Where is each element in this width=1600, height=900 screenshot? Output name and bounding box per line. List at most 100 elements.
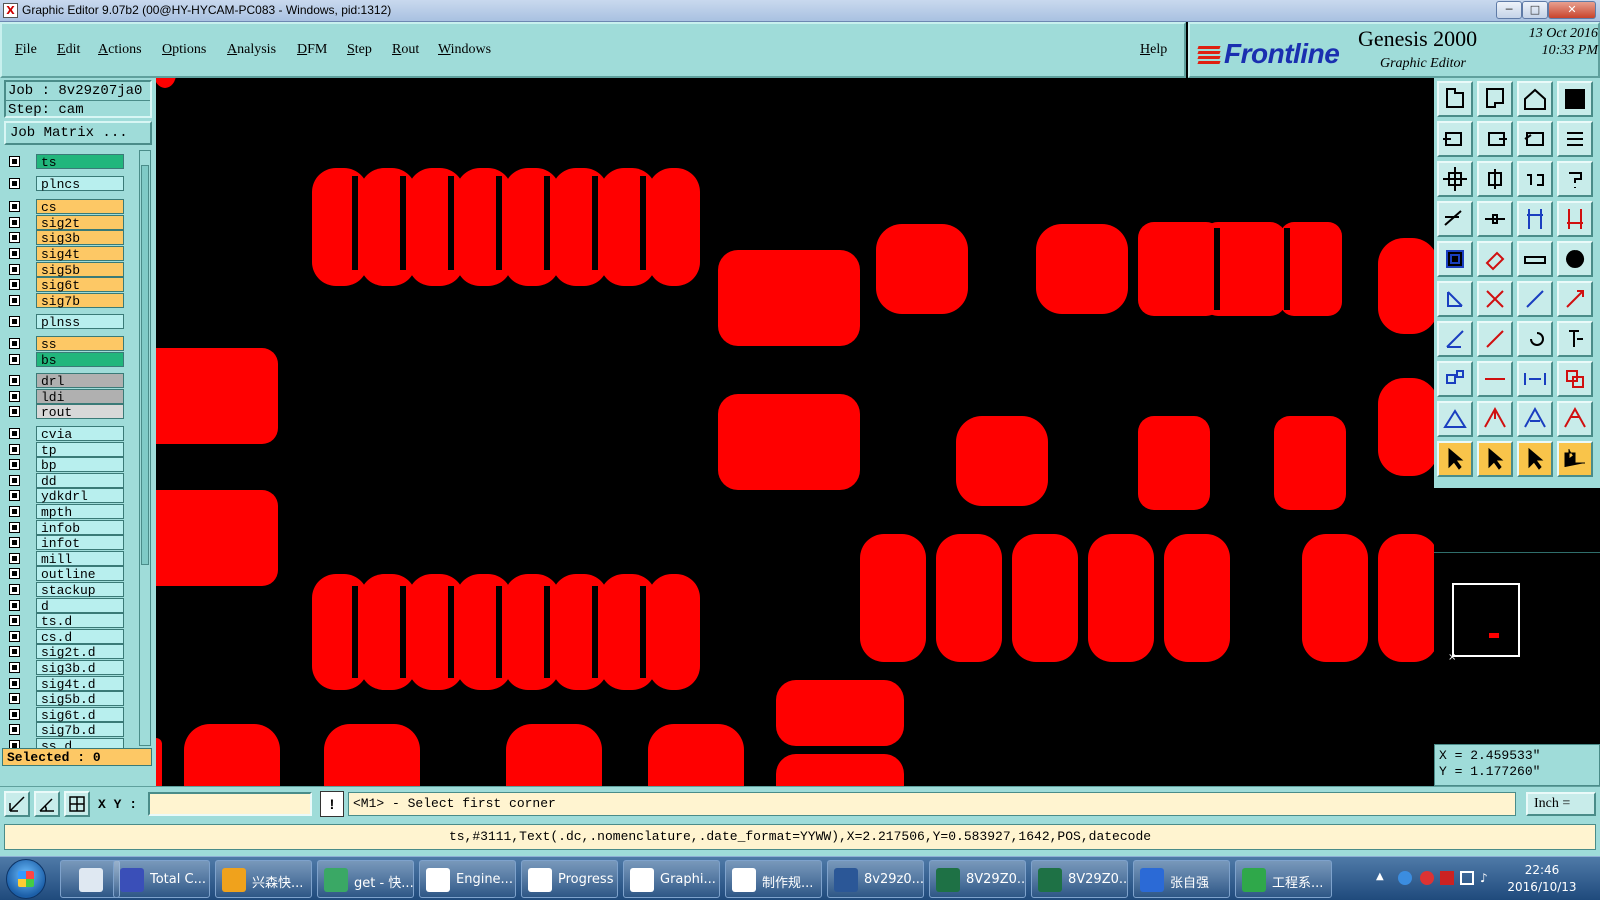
layer-name[interactable]: bp	[36, 457, 124, 473]
layer-row-sig3b[interactable]: sig3b	[4, 230, 146, 246]
taskbar-button[interactable]: 8V29Z0...	[929, 860, 1026, 898]
layer-row-bs[interactable]: bs	[4, 351, 146, 368]
layer-name[interactable]: sig4t	[36, 246, 124, 262]
pad[interactable]	[1164, 534, 1230, 662]
layer-visibility-checkbox[interactable]	[9, 156, 20, 167]
layer-row-mill[interactable]: mill	[4, 550, 146, 567]
layer-name[interactable]: sig5b.d	[36, 691, 124, 707]
layer-name[interactable]: tp	[36, 441, 124, 458]
layer-visibility-checkbox[interactable]	[9, 474, 20, 486]
layer-visibility-checkbox[interactable]	[9, 338, 20, 349]
execute-button[interactable]: !	[320, 791, 344, 817]
select-box-button[interactable]	[1477, 441, 1513, 477]
pad[interactable]	[648, 724, 744, 786]
layer-row-outline[interactable]: outline	[4, 566, 146, 582]
layer-name[interactable]: sig3b	[36, 230, 124, 246]
stretch-button[interactable]	[1517, 361, 1553, 397]
line-button[interactable]	[1477, 321, 1513, 357]
layer-visibility-checkbox[interactable]	[9, 201, 20, 213]
pad-artwork[interactable]	[156, 78, 1434, 786]
taskbar-button[interactable]	[60, 860, 120, 898]
pad[interactable]	[860, 534, 926, 662]
snap-grid-button[interactable]	[64, 791, 90, 817]
network-app-icon[interactable]	[1398, 871, 1412, 885]
menu-dfm[interactable]: DFM	[297, 42, 327, 58]
menu-actions[interactable]: Actions	[98, 42, 142, 58]
layer-row-sig4t-d[interactable]: sig4t.d	[4, 675, 146, 692]
layer-name[interactable]: stackup	[36, 582, 124, 598]
layer-row-ydkdrl[interactable]: ydkdrl	[4, 488, 146, 504]
minimize-button[interactable]: ─	[1496, 1, 1522, 19]
pad[interactable]	[1274, 416, 1346, 510]
menu-edit[interactable]: Edit	[57, 42, 80, 58]
pad[interactable]	[156, 348, 278, 444]
layer-visibility-checkbox[interactable]	[9, 693, 20, 705]
text-button[interactable]	[1557, 321, 1593, 357]
pad[interactable]	[718, 250, 860, 346]
layer-row-rout[interactable]: rout	[4, 404, 146, 420]
select-net-button[interactable]	[1557, 441, 1593, 477]
angle-button[interactable]	[1437, 321, 1473, 357]
layer-name[interactable]: sig4t.d	[36, 675, 124, 692]
clock-time[interactable]: 22:46	[1492, 863, 1592, 877]
ruler-button[interactable]	[1517, 241, 1553, 277]
layer-visibility-checkbox[interactable]	[9, 177, 20, 189]
layer-row-infot[interactable]: infot	[4, 535, 146, 551]
start-button[interactable]	[6, 859, 46, 899]
layer-visibility-checkbox[interactable]	[9, 316, 20, 328]
taskbar-button[interactable]: 兴森快...	[215, 860, 312, 898]
layer-visibility-checkbox[interactable]	[9, 490, 20, 502]
layer-name[interactable]: plnss	[36, 314, 124, 330]
layer-row-sig6t-d[interactable]: sig6t.d	[4, 706, 146, 723]
security-icon[interactable]	[1420, 871, 1434, 885]
pad[interactable]	[876, 224, 968, 314]
layer-visibility-checkbox[interactable]	[9, 662, 20, 673]
layer-name[interactable]: sig2t	[36, 214, 124, 231]
overview-frame[interactable]	[1452, 583, 1520, 657]
layer-visibility-checkbox[interactable]	[9, 294, 20, 306]
scale-1-2-button[interactable]	[1517, 161, 1553, 197]
nodes-button[interactable]	[1437, 281, 1473, 317]
network-icon[interactable]	[1460, 871, 1474, 885]
layer-name[interactable]: infot	[36, 535, 124, 551]
layer-visibility-checkbox[interactable]	[9, 443, 20, 455]
layer-name[interactable]: rout	[36, 404, 124, 420]
layer-row-sig5b-d[interactable]: sig5b.d	[4, 691, 146, 707]
pad-add-button[interactable]	[1437, 241, 1473, 277]
pad[interactable]	[1012, 534, 1078, 662]
fit-all-button[interactable]	[1437, 161, 1473, 197]
layer-row-plncs[interactable]: plncs	[4, 175, 146, 192]
layer-visibility-checkbox[interactable]	[9, 584, 20, 595]
menu-analysis[interactable]: Analysis	[227, 42, 276, 58]
layer-name[interactable]: plncs	[36, 175, 124, 192]
connector-bottom[interactable]	[312, 574, 700, 690]
help-button[interactable]	[1557, 161, 1593, 197]
pad[interactable]	[324, 724, 420, 786]
edge-button[interactable]	[1557, 281, 1593, 317]
taskbar-button[interactable]: Total C...	[113, 860, 210, 898]
layer-visibility-checkbox[interactable]	[9, 428, 20, 439]
home-button[interactable]	[1517, 81, 1553, 117]
pad[interactable]	[156, 78, 176, 88]
layer-row-sig7b-d[interactable]: sig7b.d	[4, 722, 146, 738]
group-button[interactable]	[1557, 361, 1593, 397]
undo-pan-button[interactable]	[1517, 121, 1553, 157]
menu-windows[interactable]: Windows	[438, 42, 491, 58]
layer-name[interactable]: cs.d	[36, 628, 124, 645]
pad[interactable]	[184, 724, 280, 786]
layer-row-tp[interactable]: tp	[4, 441, 146, 458]
layer-row-sig6t[interactable]: sig6t	[4, 277, 146, 293]
xy-input[interactable]	[148, 792, 312, 816]
layer-row-d[interactable]: d	[4, 597, 146, 614]
cross-button[interactable]	[1477, 281, 1513, 317]
pad[interactable]	[1378, 238, 1434, 334]
layer-row-ss[interactable]: ss	[4, 336, 146, 352]
pad[interactable]	[1378, 378, 1434, 476]
show-hidden-icons-icon[interactable]: ▲	[1376, 871, 1390, 885]
menu-options[interactable]: Options	[162, 42, 206, 58]
taskbar-button[interactable]: 工程系...	[1235, 860, 1332, 898]
pad[interactable]	[1138, 416, 1210, 510]
layer-visibility-checkbox[interactable]	[9, 568, 20, 580]
layer-visibility-checkbox[interactable]	[9, 232, 20, 244]
snap-pad-button[interactable]	[1477, 201, 1513, 237]
